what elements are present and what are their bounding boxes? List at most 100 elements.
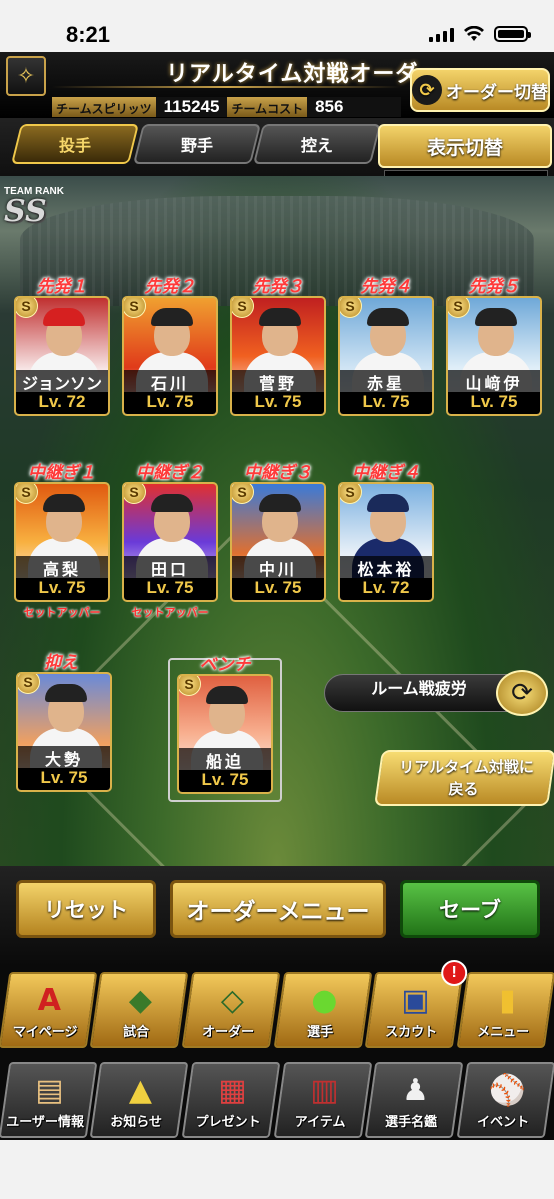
player-level: Lv. 75 xyxy=(448,392,540,414)
player-card[interactable]: S 大勢 Lv. 75 xyxy=(16,672,112,792)
nav-notice[interactable]: ▲ お知らせ xyxy=(90,1062,189,1138)
player-card[interactable]: S 田口 Lv. 75 xyxy=(122,482,218,602)
position-label: 先発５ xyxy=(468,277,520,297)
reset-button[interactable]: リセット xyxy=(16,880,156,938)
player-name: 高梨 xyxy=(16,556,108,579)
slot-reliever-2[interactable]: 中継ぎ２ S 田口 Lv. 75 セットアッパー xyxy=(122,458,218,620)
room-fatigue-toggle[interactable]: ルーム戦疲労 ⟳ xyxy=(324,670,550,716)
team-rank-value: SS xyxy=(4,194,47,229)
player-card[interactable]: S ジョンソン Lv. 72 xyxy=(14,296,110,416)
swap-icon[interactable]: ⟳ xyxy=(496,670,548,716)
player-name: 大勢 xyxy=(18,746,110,769)
nav-label: スカウト xyxy=(385,1025,438,1040)
tab-pitcher-label: 投手 xyxy=(58,136,91,155)
clock: 8:21 xyxy=(66,22,111,47)
slot-reliever-1[interactable]: 中継ぎ１ S 高梨 Lv. 75 セットアッパー xyxy=(14,458,110,620)
team-rank: TEAM RANK SS xyxy=(4,186,64,227)
player-level: Lv. 75 xyxy=(232,392,324,414)
gift-icon: ▦ xyxy=(218,1072,247,1108)
player-name: 松本裕 xyxy=(340,556,432,579)
player-level: Lv. 75 xyxy=(179,770,271,792)
cap xyxy=(475,308,517,326)
player-card[interactable]: S 菅野 Lv. 75 xyxy=(230,296,326,416)
home-button[interactable]: ✧ xyxy=(6,56,46,96)
nav-scout[interactable]: ▣ スカウト! xyxy=(365,960,468,1048)
slot-reliever-4[interactable]: 中継ぎ４ S 松本裕 Lv. 72 xyxy=(338,458,434,602)
nav-user-info[interactable]: ▤ ユーザー情報 xyxy=(0,1062,98,1138)
nav-game[interactable]: ◆ 試合 xyxy=(90,972,189,1048)
player-level: Lv. 72 xyxy=(340,578,432,600)
nav-mypage[interactable]: A マイページ xyxy=(0,972,98,1048)
tab-pitcher[interactable]: 投手 xyxy=(11,124,139,164)
nav-menu[interactable]: ▮ メニュー xyxy=(456,972,554,1048)
alert-badge: ! xyxy=(441,960,468,986)
slot-starter-2[interactable]: 先発２ S 石川 Lv. 75 xyxy=(122,272,218,416)
slot-starter-4[interactable]: 先発４ S 赤星 Lv. 75 xyxy=(338,272,434,416)
order-switch-label: オーダー切替 xyxy=(446,82,548,103)
nav-label: アイテム xyxy=(294,1115,346,1130)
nav-player-directory[interactable]: ♟ 選手名鑑 xyxy=(365,1062,464,1138)
cap xyxy=(45,684,87,702)
player-directory-icon: ♟ xyxy=(402,1072,430,1108)
cap xyxy=(206,686,248,704)
slot-closer[interactable]: 抑え S 大勢 Lv. 75 xyxy=(16,648,112,792)
slot-starter-3[interactable]: 先発３ S 菅野 Lv. 75 xyxy=(230,272,326,416)
tab-fielder[interactable]: 野手 xyxy=(133,124,261,164)
item-icon: ▥ xyxy=(310,1072,339,1108)
player-card[interactable]: S 松本裕 Lv. 72 xyxy=(338,482,434,602)
player-card[interactable]: S 高梨 Lv. 75 xyxy=(14,482,110,602)
player-level: Lv. 75 xyxy=(232,578,324,600)
back-to-realtime-button[interactable]: リアルタイム対戦に 戻る xyxy=(374,750,554,806)
user-info-icon: ▤ xyxy=(35,1072,64,1108)
back-button-line1: リアルタイム対戦に xyxy=(399,758,534,776)
nav-order[interactable]: ◇ オーダー xyxy=(181,972,281,1048)
position-label: 中継ぎ１ xyxy=(28,463,96,483)
home-indicator-area xyxy=(0,1140,554,1199)
menu-icon: ▮ xyxy=(499,982,516,1018)
position-label: 抑え xyxy=(44,653,78,673)
save-button[interactable]: セーブ xyxy=(400,880,540,938)
cap xyxy=(151,308,193,326)
player-level: Lv. 72 xyxy=(16,392,108,414)
player-role: セットアッパー xyxy=(131,606,209,619)
player-card[interactable]: S 山﨑伊 Lv. 75 xyxy=(446,296,542,416)
player-name: 田口 xyxy=(124,556,216,579)
nav-event[interactable]: ⚾ イベント xyxy=(456,1062,554,1138)
room-fatigue-label: ルーム戦疲労 xyxy=(324,674,514,712)
swap-icon: ⟳ xyxy=(412,75,442,105)
nav-present[interactable]: ▦ プレゼント xyxy=(181,1062,281,1138)
scout-icon: ▣ xyxy=(401,982,431,1018)
diamond-icon: ◇ xyxy=(220,982,245,1018)
slot-starter-1[interactable]: 先発１ S ジョンソン Lv. 72 xyxy=(14,272,110,416)
position-label: 中継ぎ２ xyxy=(136,463,204,483)
player-role: セットアッパー xyxy=(23,606,101,619)
player-card[interactable]: S 船迫 Lv. 75 xyxy=(177,674,273,794)
tab-reserve[interactable]: 控え xyxy=(253,124,381,164)
nav-label: メニュー xyxy=(477,1025,530,1040)
slot-starter-5[interactable]: 先発５ S 山﨑伊 Lv. 75 xyxy=(446,272,542,416)
display-switch-button[interactable]: 表示切替 xyxy=(378,124,552,168)
player-name: 山﨑伊 xyxy=(448,370,540,393)
order-menu-button[interactable]: オーダーメニュー xyxy=(170,880,386,938)
position-label: 中継ぎ４ xyxy=(352,463,420,483)
player-level: Lv. 75 xyxy=(16,578,108,600)
player-level: Lv. 75 xyxy=(124,392,216,414)
nav-item[interactable]: ▥ アイテム xyxy=(273,1062,373,1138)
status-icons xyxy=(429,26,531,42)
order-switch-button[interactable]: ⟳ オーダー切替 xyxy=(410,68,550,112)
player-level: Lv. 75 xyxy=(340,392,432,414)
header: ✧ リアルタイム対戦オーダー チームスピリッツ 115245 チームコスト 85… xyxy=(0,52,554,118)
cap xyxy=(367,308,409,326)
slot-reliever-3[interactable]: 中継ぎ３ S 中川 Lv. 75 xyxy=(230,458,326,602)
back-button-line2: 戻る xyxy=(448,780,479,798)
slot-bench[interactable]: ベンチ S 船迫 Lv. 75 xyxy=(177,650,273,794)
primary-nav: A マイページ ◆ 試合 ◇ オーダー ● 選手 ▣ スカウト! ▮ メニュー xyxy=(0,960,554,1056)
player-name: 中川 xyxy=(232,556,324,579)
nav-label: お知らせ xyxy=(110,1115,163,1130)
player-card[interactable]: S 中川 Lv. 75 xyxy=(230,482,326,602)
player-card[interactable]: S 赤星 Lv. 75 xyxy=(338,296,434,416)
nav-player[interactable]: ● 選手 xyxy=(273,972,373,1048)
cap xyxy=(43,494,85,512)
nav-label: 試合 xyxy=(123,1025,150,1040)
player-card[interactable]: S 石川 Lv. 75 xyxy=(122,296,218,416)
